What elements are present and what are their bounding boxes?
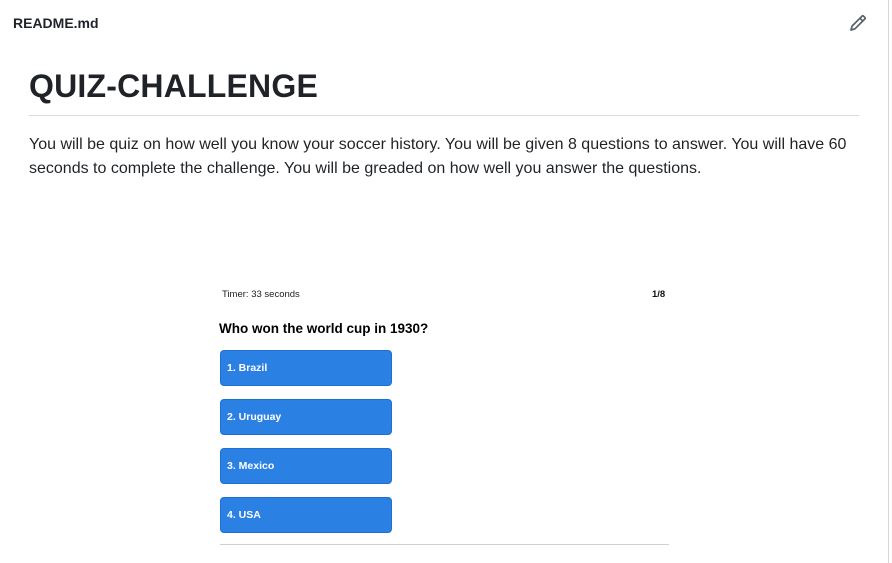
- answer-button-4: 4. USA: [220, 497, 392, 533]
- readme-panel: README.md QUIZ-CHALLENGE You will be qui…: [0, 0, 889, 563]
- answer-list: 1. Brazil 2. Uruguay 3. Mexico 4. USA: [220, 350, 392, 546]
- edit-file-button[interactable]: [849, 14, 867, 32]
- answer-button-2: 2. Uruguay: [220, 399, 392, 435]
- file-name: README.md: [13, 15, 99, 31]
- quiz-question: Who won the world cup in 1930?: [219, 321, 429, 336]
- answer-button-3: 3. Mexico: [220, 448, 392, 484]
- readme-description: You will be quiz on how well you know yo…: [29, 136, 847, 177]
- file-header: README.md: [0, 0, 888, 46]
- answer-button-1: 1. Brazil: [220, 350, 392, 386]
- quiz-timer: Timer: 33 seconds: [222, 289, 300, 300]
- quiz-divider: [220, 544, 669, 545]
- pencil-icon: [850, 15, 866, 31]
- readme-title: QUIZ-CHALLENGE: [29, 68, 319, 104]
- quiz-screenshot-image: Timer: 33 seconds 1/8 Who won the world …: [206, 276, 682, 563]
- question-counter: 1/8: [652, 289, 666, 300]
- title-divider: [29, 115, 859, 116]
